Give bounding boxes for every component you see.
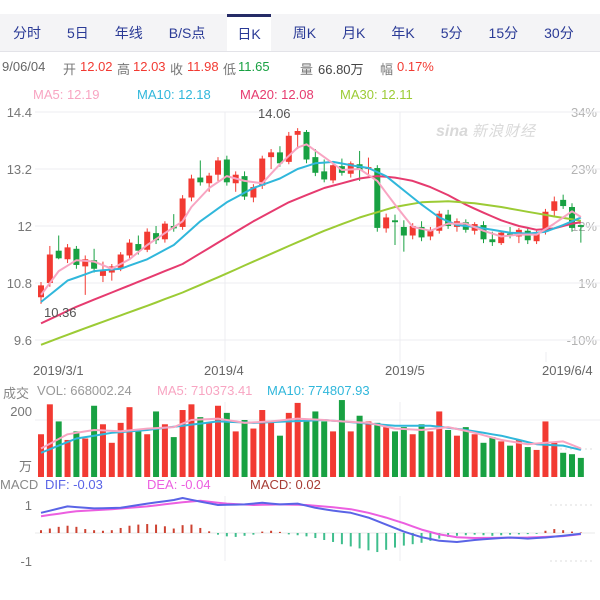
ma10-line <box>41 162 581 302</box>
kline-chart-canvas[interactable] <box>0 0 600 600</box>
ma20-line <box>41 176 581 323</box>
ma30-line <box>41 201 581 344</box>
